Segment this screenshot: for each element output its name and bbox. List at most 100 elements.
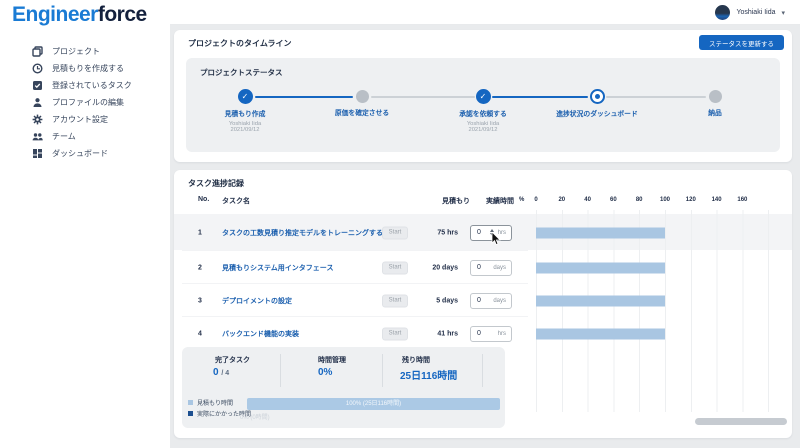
sidebar-item-label: アカウント設定 — [52, 114, 108, 125]
axis-tick: 140 — [706, 197, 728, 203]
divider — [382, 354, 383, 387]
update-status-button[interactable]: ステータスを更新する — [699, 35, 784, 50]
actual-hours-value: 0 — [477, 264, 493, 271]
time-management-label: 時間管理 — [318, 355, 346, 365]
column-header-estimate: 見積もり — [408, 196, 470, 206]
completed-tasks-value: 0 / 4 — [213, 367, 229, 378]
task-name-link[interactable]: バックエンド機能の実装 — [222, 329, 299, 339]
step-date: 2021/09/12 — [195, 127, 295, 133]
horizontal-scrollbar-thumb[interactable] — [695, 418, 787, 425]
mouse-cursor — [491, 232, 502, 251]
sidebar-item-team[interactable]: チーム — [0, 128, 170, 145]
task-name-link[interactable]: 見積もりシステム用インタフェース — [222, 263, 333, 273]
unit-label: days — [493, 298, 506, 304]
unit-label: hrs — [498, 331, 506, 337]
actual-hours-value: 0 — [477, 297, 493, 304]
chevron-down-icon: ▾ — [781, 9, 785, 17]
sidebar-item-edit-profile[interactable]: プロファイルの編集 — [0, 94, 170, 111]
step-date: 2021/09/12 — [433, 127, 533, 133]
sidebar-item-label: プロファイルの編集 — [52, 97, 124, 108]
sidebar-item-label: 登録されているタスク — [52, 80, 132, 91]
step-label: 納品 — [665, 107, 765, 117]
axis-tick: 40 — [577, 197, 599, 203]
task-estimate: 5 days — [396, 297, 458, 304]
axis-tick: 20 — [551, 197, 573, 203]
divider — [280, 354, 281, 387]
table-row: 4 バックエンド機能の実装 Start 41 hrs 0 hrs — [174, 317, 792, 350]
progress-bar — [536, 227, 665, 238]
task-number: 3 — [198, 297, 202, 304]
step-create-estimate: ✓ 見積もり作成 Yoshiaki Iida 2021/09/12 — [195, 89, 295, 133]
sidebar-nav: プロジェクト 見積もりを作成する 登録されているタスク プロファイルの編集 — [0, 43, 170, 162]
remaining-time-label: 残り時間 — [402, 355, 430, 365]
sidebar-item-label: プロジェクト — [52, 46, 100, 57]
brand-logo-primary: Engineer — [12, 3, 98, 26]
tasks-card: タスク進捗記録 No. タスク名 見積もり 実績時間 % 0 20 40 60 … — [174, 170, 792, 438]
axis-tick: 80 — [628, 197, 650, 203]
axis-tick: 120 — [680, 197, 702, 203]
legend-swatch-dark — [188, 411, 193, 416]
pending-circle-icon — [356, 90, 369, 103]
step-label: 承認を依頼する — [433, 108, 533, 118]
summary-panel: 完了タスク 0 / 4 時間管理 0% 残り時間 25日116時間 見積もり時間… — [182, 347, 505, 428]
step-label: 見積もり作成 — [195, 108, 295, 118]
axis-tick: 60 — [602, 197, 624, 203]
legend-swatch-light — [188, 400, 193, 405]
user-menu[interactable]: Yoshiaki Iida ▾ — [715, 0, 785, 25]
task-number: 4 — [198, 330, 202, 337]
check-icon: ✓ — [238, 89, 253, 104]
current-step-icon — [590, 89, 605, 104]
check-icon: ✓ — [476, 89, 491, 104]
task-number: 2 — [198, 264, 202, 271]
user-name: Yoshiaki Iida — [736, 9, 775, 16]
table-row: 1 タスクの工数見積り推定モデルをトレーニングする Start 75 hrs 0… — [174, 214, 792, 251]
estimate-time-bar: 100% (25日116時間) — [247, 398, 500, 410]
task-number: 1 — [198, 229, 202, 236]
progress-bar — [536, 328, 665, 339]
sidebar-item-dashboard[interactable]: ダッシュボード — [0, 145, 170, 162]
actual-hours-value: 0 — [477, 229, 490, 236]
tasks-card-title: タスク進捗記録 — [188, 178, 244, 189]
task-name-link[interactable]: デプロイメントの設定 — [222, 296, 292, 306]
copy-icon — [32, 46, 43, 57]
unit-label: days — [493, 265, 506, 271]
sidebar-item-label: チーム — [52, 131, 76, 142]
step-label: 進捗状況のダッシュボード — [547, 108, 647, 118]
timeline-card-title: プロジェクトのタイムライン — [188, 38, 291, 49]
sidebar-item-label: ダッシュボード — [52, 148, 108, 159]
actual-hours-input[interactable]: 0 hrs — [470, 326, 512, 342]
completed-tasks-label: 完了タスク — [215, 355, 250, 365]
project-status-panel: プロジェクトステータス ✓ 見積もり作成 Yoshiaki Iida 2021/… — [186, 58, 780, 152]
sidebar-item-registered-tasks[interactable]: 登録されているタスク — [0, 77, 170, 94]
step-label: 原価を確定させる — [312, 107, 412, 117]
axis-tick: 0 — [525, 197, 547, 203]
sidebar-item-account-settings[interactable]: アカウント設定 — [0, 111, 170, 128]
time-management-value: 0% — [318, 367, 332, 378]
remaining-time-value: 25日116時間 — [400, 367, 457, 382]
app-root: Engineerforce プロジェクト 見積もりを作成する 登録されているタス… — [0, 0, 800, 448]
axis-tick: 160 — [731, 197, 753, 203]
axis-tick: 100 — [654, 197, 676, 203]
progress-bar — [536, 262, 665, 273]
actual-hours-input[interactable]: 0 days — [470, 260, 512, 276]
task-name-link[interactable]: タスクの工数見積り推定モデルをトレーニングする — [222, 228, 383, 238]
task-estimate: 75 hrs — [396, 229, 458, 236]
actual-hours-input[interactable]: 0 days — [470, 293, 512, 309]
sidebar: Engineerforce プロジェクト 見積もりを作成する 登録されているタス… — [0, 0, 170, 448]
gear-icon — [32, 114, 43, 125]
status-panel-title: プロジェクトステータス — [200, 67, 283, 78]
avatar — [715, 5, 730, 20]
clock-icon — [32, 63, 43, 74]
pending-circle-icon — [709, 90, 722, 103]
column-header-name: タスク名 — [222, 196, 250, 206]
progress-bar — [536, 295, 665, 306]
task-estimate: 41 hrs — [396, 330, 458, 337]
actual-hours-value: 0 — [477, 330, 498, 337]
brand-logo-secondary: force — [98, 3, 147, 26]
sidebar-item-projects[interactable]: プロジェクト — [0, 43, 170, 60]
sidebar-item-create-estimate[interactable]: 見積もりを作成する — [0, 60, 170, 77]
sidebar-item-label: 見積もりを作成する — [52, 63, 124, 74]
step-request-approval: ✓ 承認を依頼する Yoshiaki Iida 2021/09/12 — [433, 89, 533, 133]
step-delivery: 納品 — [665, 89, 765, 117]
team-icon — [32, 131, 43, 142]
